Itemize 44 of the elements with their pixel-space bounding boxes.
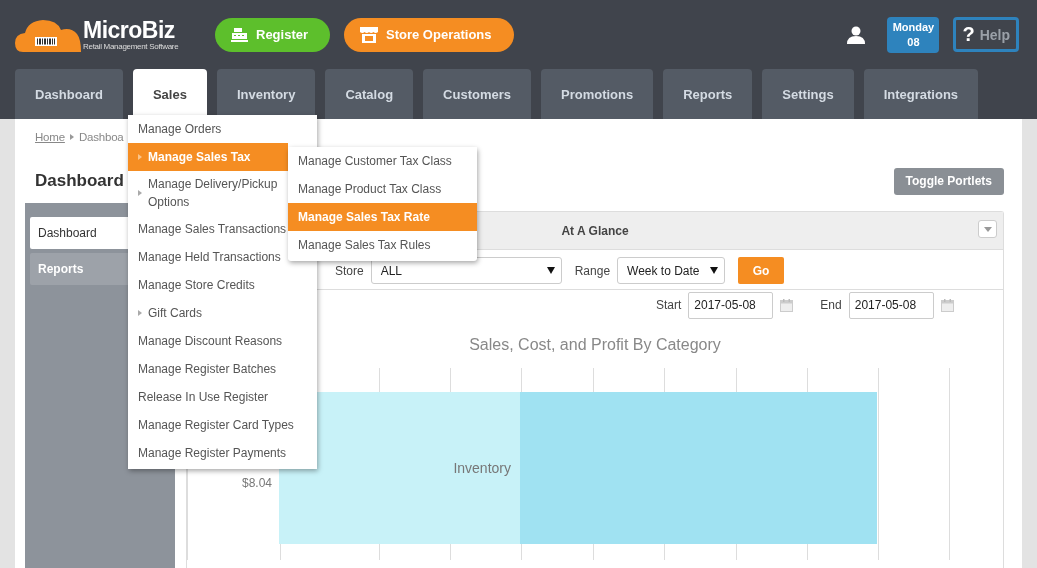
- nav-tab[interactable]: Reports: [663, 69, 753, 119]
- day-number: 08: [907, 34, 920, 50]
- chart-title: Sales, Cost, and Profit By Category: [469, 336, 721, 354]
- storefront-icon: [360, 26, 379, 43]
- help-label: Help: [979, 26, 1010, 43]
- calendar-icon[interactable]: [780, 298, 794, 312]
- nav-tab[interactable]: Customers: [423, 69, 531, 119]
- page-title: Dashboard: [35, 171, 124, 191]
- range-label: Range: [574, 263, 611, 278]
- nav-tab[interactable]: Promotions: [541, 69, 654, 119]
- dropdown-arrow-icon: [710, 267, 719, 274]
- caret-icon: [983, 226, 992, 232]
- nav-tab[interactable]: Settings: [762, 69, 854, 119]
- user-icon[interactable]: [847, 25, 866, 44]
- end-date-field[interactable]: 2017-05-08: [848, 291, 934, 319]
- collapse-button[interactable]: [978, 220, 997, 238]
- home-link[interactable]: Home: [35, 131, 65, 143]
- menu-item[interactable]: Manage Register Card Types: [128, 411, 296, 439]
- cash-register-icon: [231, 27, 248, 42]
- breadcrumb-separator-icon: [69, 134, 74, 140]
- start-label: Start: [656, 298, 682, 312]
- calendar-icon[interactable]: [940, 298, 954, 312]
- store-label: Store: [335, 263, 364, 278]
- menu-item[interactable]: Manage Orders: [128, 115, 288, 143]
- logo-name: MicroBiz: [83, 18, 176, 42]
- start-date-field[interactable]: 2017-05-08: [688, 291, 774, 319]
- logo-tagline: Retail Management Software: [83, 42, 179, 51]
- help-button[interactable]: ? Help: [953, 17, 1019, 52]
- submenu-item[interactable]: Manage Customer Tax Class: [288, 147, 477, 175]
- end-label: End: [820, 298, 842, 312]
- dropdown-arrow-icon: [546, 267, 555, 274]
- nav-tab[interactable]: Integrations: [863, 69, 979, 119]
- portlet-title: At A Glance: [561, 223, 629, 238]
- breadcrumb-current: Dashboa: [78, 131, 124, 143]
- menu-item[interactable]: Manage Register Payments: [128, 439, 289, 467]
- range-select[interactable]: Week to Date: [617, 257, 726, 284]
- cloud-barcode-logo-icon: [15, 17, 81, 52]
- weekday-text: Monday: [892, 19, 935, 35]
- nav-tab[interactable]: Catalog: [325, 69, 414, 119]
- question-mark-icon: ?: [962, 23, 975, 46]
- nav-tab[interactable]: Dashboard: [15, 69, 123, 119]
- menu-item[interactable]: Manage Sales Transactions: [128, 215, 289, 243]
- submenu-item[interactable]: Manage Sales Tax Rules: [288, 231, 477, 259]
- submenu-item[interactable]: Manage Product Tax Class: [288, 175, 477, 203]
